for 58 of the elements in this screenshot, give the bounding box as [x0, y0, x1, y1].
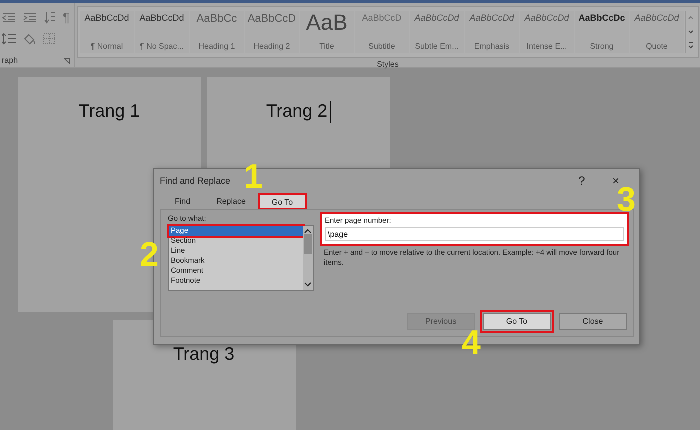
style-sample: AaB: [306, 13, 348, 33]
style-sample: AaBbCcDc: [578, 13, 626, 23]
scroll-thumb[interactable]: [304, 234, 312, 254]
style-item[interactable]: AaBbCcD Subtitle: [354, 11, 409, 53]
style-item[interactable]: AaBbCcDd Intense E...: [520, 11, 574, 53]
line-spacing-icon[interactable]: [2, 33, 16, 45]
style-item[interactable]: AaBbCcDd ¶ No Spac...: [134, 11, 189, 53]
style-name: Heading 1: [198, 42, 236, 51]
scroll-down-icon[interactable]: [304, 282, 312, 288]
dialog-tab[interactable]: Go To: [258, 194, 306, 209]
page-text: Trang 2: [266, 101, 331, 123]
style-item[interactable]: AaBbCcDd Quote: [630, 11, 684, 53]
style-sample: AaBbCcDd: [524, 13, 570, 23]
style-name: Subtle Em...: [415, 42, 459, 51]
sort-icon[interactable]: [44, 10, 56, 24]
style-sample: AaBbCcDd: [414, 13, 460, 23]
dialog-button[interactable]: Close: [559, 313, 627, 330]
style-sample: AaBbCc: [196, 13, 238, 25]
style-sample: AaBbCcDd: [84, 13, 130, 23]
paint-bucket-icon[interactable]: [23, 33, 36, 45]
style-sample: AaBbCcD: [248, 13, 296, 25]
style-sample: AaBbCcDd: [140, 13, 184, 23]
page-text: Trang 1: [78, 101, 140, 123]
step-number: 1: [244, 160, 263, 194]
style-item[interactable]: AaBbCcDd Subtle Em...: [410, 11, 464, 53]
style-name: Quote: [646, 42, 668, 51]
dialog-launcher-icon[interactable]: [64, 58, 70, 64]
group-label: raph: [2, 56, 18, 65]
style-name: ¶ No Spac...: [140, 42, 184, 51]
step-number: 2: [140, 238, 159, 272]
style-name: Intense E...: [526, 42, 568, 51]
style-sample: AaBbCcDd: [470, 13, 514, 23]
style-item[interactable]: AaBbCc Heading 1: [190, 11, 244, 53]
style-name: Subtitle: [368, 42, 396, 51]
page-number-input[interactable]: \page: [325, 227, 624, 241]
indent-icon[interactable]: [2, 12, 16, 22]
dialog-title: Find and Replace: [160, 176, 232, 186]
dialog-button[interactable]: Go To: [483, 313, 551, 330]
borders-icon[interactable]: [43, 33, 56, 45]
style-name: ¶ Normal: [90, 42, 124, 51]
style-name: Heading 2: [254, 42, 290, 51]
dialog-tab[interactable]: Find: [162, 194, 204, 209]
help-button[interactable]: ?: [567, 174, 597, 188]
style-sample: AaBbCcD: [362, 13, 402, 23]
scroll-up-icon[interactable]: [304, 228, 312, 234]
style-name: Title: [320, 42, 334, 51]
style-item[interactable]: AaBbCcDd Emphasis: [464, 11, 519, 53]
indent-icon[interactable]: [23, 12, 37, 22]
style-item[interactable]: AaBbCcDd ¶ Normal: [80, 11, 134, 53]
style-item[interactable]: AaB Title: [300, 11, 354, 53]
style-name: Emphasis: [474, 42, 510, 51]
group-label: Styles: [377, 60, 399, 69]
style-item[interactable]: AaBbCcD Heading 2: [244, 11, 299, 53]
page-text: Trang 3: [173, 344, 235, 366]
dialog-tab[interactable]: Replace: [204, 194, 259, 209]
style-item[interactable]: AaBbCcDc Strong: [574, 11, 629, 53]
style-name: Strong: [590, 42, 614, 51]
style-sample: AaBbCcDd: [634, 13, 680, 23]
